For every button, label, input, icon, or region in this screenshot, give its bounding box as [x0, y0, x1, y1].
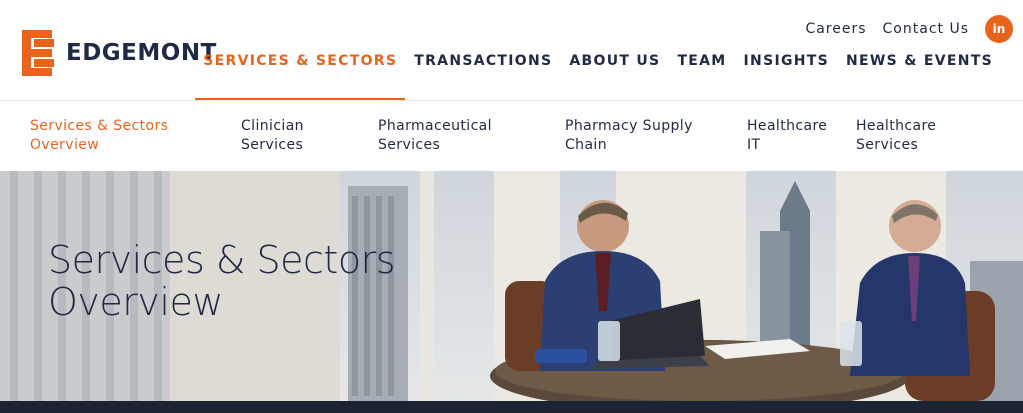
subnav-label-line2: Services: [241, 137, 304, 153]
contact-us-link[interactable]: Contact Us: [883, 21, 969, 37]
subnav-label-line2: Services: [378, 137, 441, 153]
nav-about-us[interactable]: ABOUT US: [569, 53, 660, 100]
main-nav: SERVICES & SECTORS TRANSACTIONS ABOUT US…: [186, 53, 993, 100]
sub-nav: Services & Sectors Overview Clinician Se…: [0, 101, 1023, 171]
subnav-label-line1: Services & Sectors: [30, 118, 169, 134]
page-title: Services & Sectors Overview: [48, 238, 396, 324]
careers-link[interactable]: Careers: [805, 21, 866, 37]
subnav-label-line1: Pharmacy Supply: [565, 118, 693, 134]
subnav-label-line2: Overview: [30, 137, 100, 153]
subnav-label-line2: Services: [856, 137, 919, 153]
edgemont-logo-icon: [22, 30, 54, 76]
subnav-label-line1: Pharmaceutical: [378, 118, 492, 134]
hero-bottom-strip: [0, 401, 1023, 413]
linkedin-icon[interactable]: in: [985, 15, 1013, 43]
nav-team[interactable]: TEAM: [677, 53, 726, 100]
subnav-item-healthcare-it[interactable]: Healthcare IT: [747, 117, 827, 155]
page-title-line2: Overview: [48, 280, 223, 324]
nav-services-sectors[interactable]: SERVICES & SECTORS: [195, 53, 406, 100]
subnav-item-overview[interactable]: Services & Sectors Overview: [30, 117, 168, 155]
nav-transactions[interactable]: TRANSACTIONS: [414, 53, 552, 100]
subnav-label-line1: Healthcare: [747, 118, 828, 134]
nav-news-events[interactable]: NEWS & EVENTS: [846, 53, 993, 100]
subnav-label-line2: Chain: [565, 137, 607, 153]
hero-banner: Services & Sectors Overview: [0, 171, 1023, 401]
subnav-label-line1: Healthcare: [856, 118, 937, 134]
site-header: EDGEMONT Careers Contact Us in SERVICES …: [0, 0, 1023, 101]
subnav-item-pharmacy-supply-chain[interactable]: Pharmacy Supply Chain: [565, 117, 693, 155]
subnav-label-line1: Clinician: [241, 118, 304, 134]
utility-nav: Careers Contact Us in: [805, 14, 1013, 44]
subnav-item-pharmaceutical-services[interactable]: Pharmaceutical Services: [378, 117, 492, 155]
subnav-item-healthcare-services[interactable]: Healthcare Services: [856, 117, 936, 155]
subnav-label-line2: IT: [747, 137, 761, 153]
nav-insights[interactable]: INSIGHTS: [744, 53, 829, 100]
page-title-line1: Services & Sectors: [48, 238, 396, 282]
subnav-item-clinician-services[interactable]: Clinician Services: [241, 117, 304, 155]
